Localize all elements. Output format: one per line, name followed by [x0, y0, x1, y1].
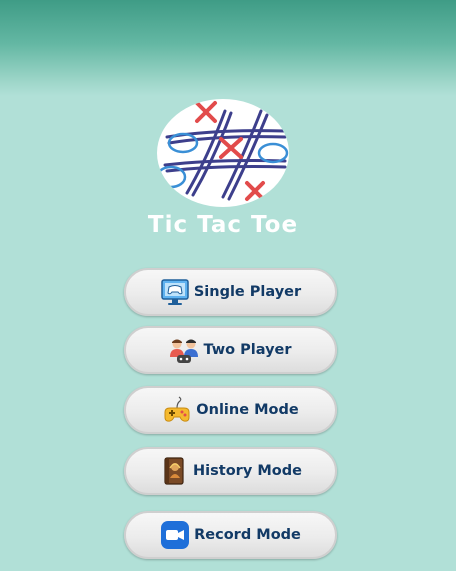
history-mode-button[interactable]: History Mode [124, 447, 337, 495]
online-mode-button[interactable]: Online Mode [124, 386, 337, 434]
monitor-gamepad-icon [160, 277, 190, 307]
single-player-label: Single Player [193, 284, 302, 300]
history-book-icon [159, 456, 189, 486]
tic-tac-toe-logo [157, 99, 289, 207]
single-player-button[interactable]: Single Player [124, 268, 337, 316]
history-mode-label: History Mode [193, 463, 302, 479]
video-camera-icon [160, 520, 190, 550]
two-player-label: Two Player [203, 342, 292, 358]
record-mode-button[interactable]: Record Mode [124, 511, 337, 559]
two-players-icon [169, 335, 199, 365]
gamepad-icon [162, 395, 192, 425]
app-title: Tic Tac Toe [147, 212, 299, 238]
online-mode-label: Online Mode [196, 402, 299, 418]
header-band [0, 0, 456, 96]
record-mode-label: Record Mode [194, 527, 301, 543]
two-player-button[interactable]: Two Player [124, 326, 337, 374]
